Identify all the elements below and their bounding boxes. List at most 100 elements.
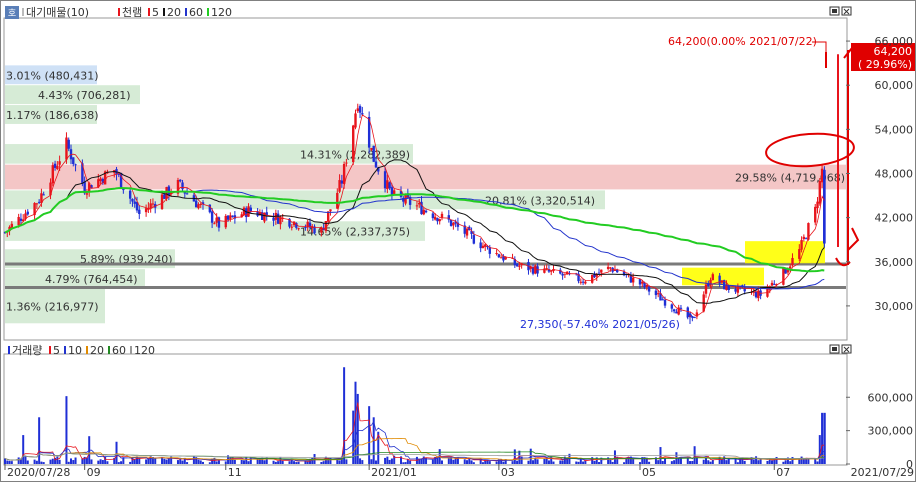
volume-bar <box>165 459 168 464</box>
candle-body <box>358 106 362 113</box>
candle-body <box>433 216 437 220</box>
volume-bar <box>593 460 596 464</box>
volume-bar <box>532 460 535 464</box>
volume-bar <box>670 461 673 464</box>
volume-bar <box>547 460 550 464</box>
volume-profile-label: 3.01% (480,431) <box>6 69 99 82</box>
candle-body <box>645 284 649 288</box>
volume-bar <box>368 406 371 464</box>
volume-bar <box>258 459 261 464</box>
candle-body <box>99 178 102 182</box>
candle-body <box>276 213 280 224</box>
candle-body <box>597 272 601 274</box>
volume-bar <box>106 461 109 464</box>
volume-profile-bar <box>5 164 846 190</box>
volume-bar <box>277 461 280 464</box>
candle-body <box>497 254 501 258</box>
volume-bar <box>154 458 157 464</box>
volume-bar <box>814 458 817 464</box>
candle-body <box>19 218 23 221</box>
volume-bar <box>805 458 808 464</box>
volume-bar <box>4 458 6 464</box>
volume-bar <box>743 460 746 464</box>
volume-bar <box>404 462 407 464</box>
volume-bar <box>623 462 626 464</box>
candle-body <box>336 192 339 209</box>
chart-menu-label[interactable]: 호 <box>8 8 16 19</box>
volume-bar <box>99 459 102 464</box>
volume-bar <box>217 460 220 464</box>
candle-body <box>345 162 348 164</box>
legend-item-label: 대기매물(10) <box>26 6 89 19</box>
volume-bar <box>664 458 667 464</box>
candle-body <box>543 268 546 273</box>
candle-body <box>26 211 29 215</box>
volume-bar <box>197 459 200 464</box>
volume-bar <box>35 460 38 464</box>
legend-item-label: 10 <box>68 344 82 357</box>
volume-bar <box>770 460 773 464</box>
candle-body <box>579 281 583 283</box>
candle-body <box>356 108 359 112</box>
volume-bar <box>757 460 760 464</box>
volume-bar <box>6 460 9 464</box>
candle-body <box>386 180 389 190</box>
volume-bar <box>65 396 68 464</box>
x-tick-label: 09 <box>87 466 101 479</box>
volume-bar <box>338 460 341 464</box>
candle-body <box>638 279 642 285</box>
candle-body <box>600 269 603 273</box>
volume-bar <box>361 460 364 464</box>
candle-body <box>249 207 253 212</box>
volume-bar <box>431 459 434 464</box>
y-tick-label: 300,000 <box>868 425 914 438</box>
volume-bar <box>97 460 100 464</box>
volume-bar <box>233 459 236 464</box>
legend-item-label: 120 <box>211 6 232 19</box>
candle-body <box>424 210 428 213</box>
candle-body <box>670 304 674 309</box>
volume-bar <box>725 460 728 464</box>
legend-swatch <box>130 346 132 354</box>
volume-bar <box>536 459 539 464</box>
candle-body <box>324 221 328 231</box>
volume-bar <box>58 459 61 464</box>
candle-body <box>51 165 54 184</box>
candle-body <box>440 213 444 218</box>
volume-profile-label: 1.36% (216,977) <box>6 301 99 314</box>
volume-bar <box>800 456 803 464</box>
candle-body <box>472 235 476 244</box>
volume-bar <box>101 460 104 464</box>
volume-bar <box>768 459 771 464</box>
legend-item-label: 60 <box>189 6 203 19</box>
candle-body <box>388 182 391 189</box>
volume-bar <box>766 460 769 464</box>
min-price-label: 27,350(-57.40% 2021/05/26) <box>520 318 680 331</box>
candle-body <box>631 277 635 283</box>
legend-item-label: 120 <box>134 344 155 357</box>
candle-body <box>304 227 307 229</box>
volume-bar <box>450 457 453 464</box>
legend-item-label: 60 <box>112 344 126 357</box>
volume-bar <box>359 458 362 464</box>
candle-body <box>290 226 293 228</box>
candle-body <box>609 267 612 269</box>
legend-swatch <box>185 8 187 16</box>
candle-body <box>606 266 610 269</box>
volume-bar <box>661 461 664 464</box>
volume-bar <box>295 462 298 464</box>
volume-bar <box>192 456 195 464</box>
legend-item-label: 5 <box>152 6 159 19</box>
volume-bar <box>463 459 466 464</box>
candle-body <box>179 179 182 182</box>
chart-svg[interactable]: 호 대기매물(10) 천램 5 20 60 120 거래량 5 10 20 60 120 3.01%… <box>0 0 916 482</box>
candle-body <box>438 219 441 222</box>
volume-bar <box>288 461 291 464</box>
volume-bar <box>322 461 325 464</box>
candle-body <box>144 208 148 213</box>
candle-body <box>672 309 676 312</box>
candle-body <box>372 145 375 162</box>
y-tick-label: 30,000 <box>875 300 914 313</box>
candle-body <box>709 280 712 286</box>
candle-body <box>163 194 166 199</box>
